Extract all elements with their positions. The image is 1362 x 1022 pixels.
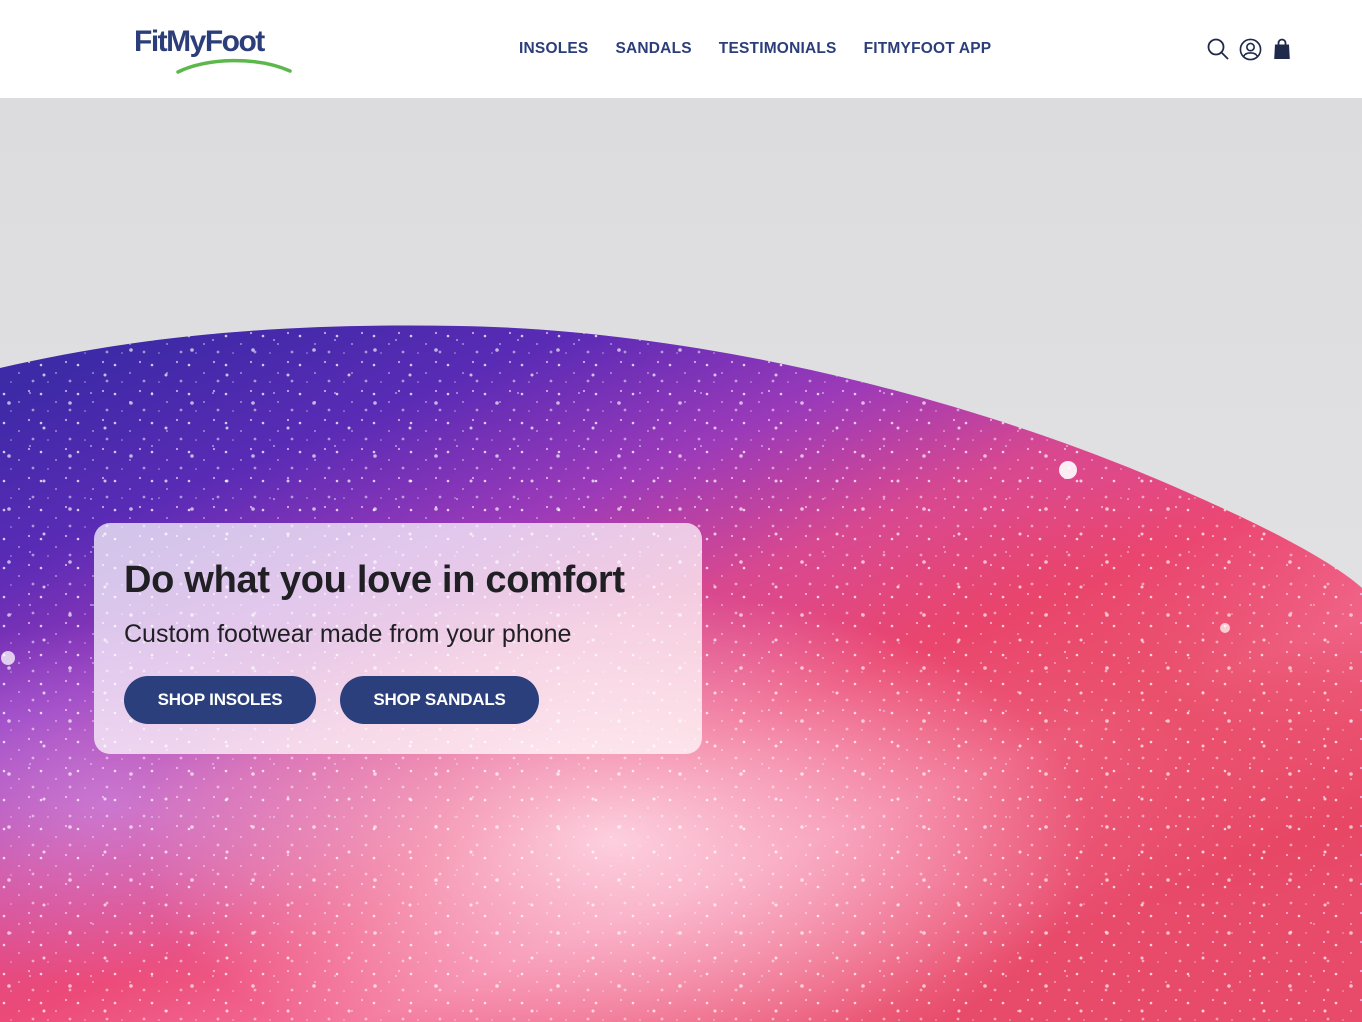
cart-icon[interactable] [1270,37,1294,61]
search-icon[interactable] [1206,37,1230,61]
main-nav: INSOLES SANDALS TESTIMONIALS FITMYFOOT A… [519,38,991,60]
logo-swoosh-icon [176,58,292,74]
site-header: FitMyFoot INSOLES SANDALS TESTIMONIALS F… [0,0,1362,98]
nav-link-testimonials[interactable]: TESTIMONIALS [719,38,837,60]
hero-banner: Do what you love in comfort Custom footw… [0,98,1362,1022]
account-icon[interactable] [1238,37,1262,61]
fitmyfoot-logo[interactable]: FitMyFoot [132,24,292,76]
hero-title: Do what you love in comfort [124,559,625,601]
shop-sandals-button[interactable]: SHOP SANDALS [340,676,539,724]
header-actions [1206,36,1294,62]
nav-link-fitmyfoot-app[interactable]: FITMYFOOT APP [864,38,992,60]
shop-insoles-button[interactable]: SHOP INSOLES [124,676,316,724]
nav-link-sandals[interactable]: SANDALS [615,38,691,60]
hero-card: Do what you love in comfort Custom footw… [94,523,702,754]
hero-subtitle: Custom footwear made from your phone [124,620,572,648]
nav-link-insoles[interactable]: INSOLES [519,38,588,60]
